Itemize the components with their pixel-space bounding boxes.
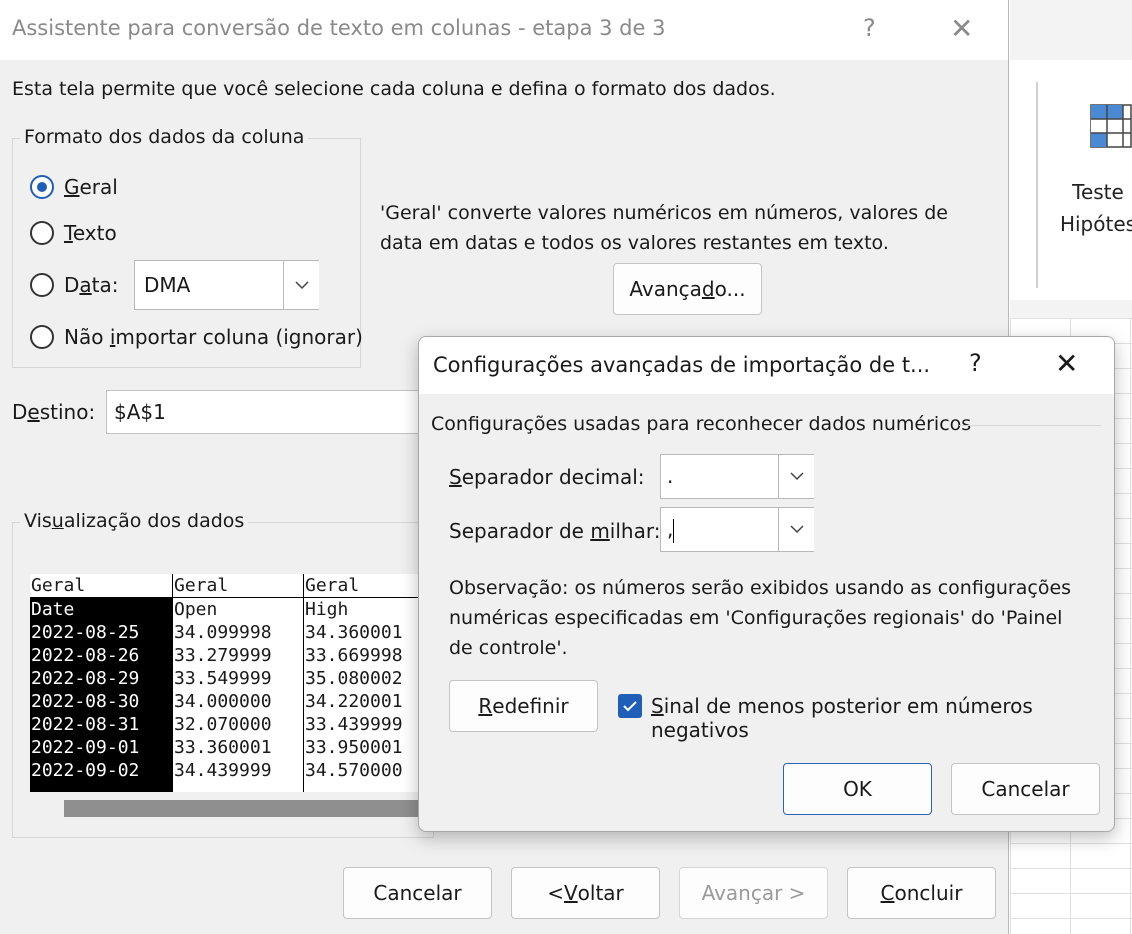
advanced-dialog-title: Configurações avançadas de importação de…	[433, 353, 931, 377]
preview-cell: 33.549999	[174, 668, 272, 689]
preview-cell: Date	[31, 599, 75, 620]
preview-cell: 2022-09-01	[31, 737, 140, 758]
radio-ignore[interactable]	[30, 325, 54, 349]
destination-value: $A$1	[114, 400, 166, 424]
preview-cell: 2022-08-26	[31, 645, 140, 666]
preview-cell: High	[305, 599, 349, 620]
thousands-separator-label: Separador de milhar:	[449, 519, 661, 543]
radio-data[interactable]	[30, 273, 54, 297]
advanced-import-settings-dialog: Configurações avançadas de importação de…	[418, 336, 1115, 832]
date-format-value: DMA	[144, 273, 191, 297]
advanced-cancel-button[interactable]: Cancelar	[951, 763, 1100, 815]
preview-cell: 34.570000	[305, 760, 403, 781]
radio-geral[interactable]	[30, 175, 54, 199]
decimal-separator-label: Separador decimal:	[449, 465, 645, 489]
preview-cell: 2022-08-30	[31, 691, 140, 712]
help-icon[interactable]: ?	[863, 14, 876, 42]
ok-button[interactable]: OK	[783, 763, 932, 815]
trailing-minus-checkbox[interactable]	[618, 694, 642, 718]
back-button[interactable]: < Voltar	[511, 867, 660, 919]
next-button[interactable]: Avançar >	[679, 867, 828, 919]
numeric-settings-section: Configurações usadas para reconhecer dad…	[431, 413, 972, 435]
decimal-separator-value: .	[667, 464, 674, 488]
wizard-title: Assistente para conversão de texto em co…	[12, 16, 666, 40]
trailing-minus-label[interactable]: Sinal de menos posterior em números nega…	[651, 694, 1114, 742]
format-description: 'Geral' converte valores numéricos em nú…	[380, 202, 948, 254]
preview-cell: 33.279999	[174, 645, 272, 666]
preview-column-body: Open 34.099998 33.279999 33.549999 34.00…	[173, 598, 303, 792]
radio-ignore-label[interactable]: Não importar coluna (ignorar)	[64, 325, 363, 349]
preview-cell: 33.439999	[305, 714, 403, 735]
data-preview[interactable]: Geral Date 2022-08-25 2022-08-26 2022-08…	[30, 574, 420, 792]
wizard-intro-text: Esta tela permite que você selecione cad…	[12, 78, 776, 100]
ribbon-separator	[1036, 82, 1038, 288]
preview-cell: 32.070000	[174, 714, 272, 735]
preview-cell: 2022-09-02	[31, 760, 140, 781]
help-icon[interactable]: ?	[969, 349, 982, 377]
chevron-down-icon[interactable]	[778, 455, 814, 498]
preview-column-header: Geral	[173, 574, 303, 598]
preview-horizontal-scrollbar[interactable]	[64, 800, 420, 817]
preview-cell: 34.000000	[174, 691, 272, 712]
preview-cell: 2022-08-29	[31, 668, 140, 689]
preview-cell: 34.099998	[174, 622, 272, 643]
preview-cell: 34.220001	[305, 691, 403, 712]
preview-column-header: Geral	[304, 574, 420, 598]
chevron-down-icon[interactable]	[283, 261, 319, 309]
preview-column-2[interactable]: Geral Open 34.099998 33.279999 33.549999…	[173, 574, 304, 792]
reset-button[interactable]: Redefinir	[449, 680, 598, 732]
preview-cell: 33.360001	[174, 737, 272, 758]
preview-cell: 2022-08-25	[31, 622, 140, 643]
preview-cell: 33.669998	[305, 645, 403, 666]
preview-cell: 33.950001	[305, 737, 403, 758]
radio-data-label[interactable]: Data:	[64, 273, 119, 297]
preview-cell: Open	[174, 599, 218, 620]
column-format-legend: Formato dos dados da coluna	[20, 126, 309, 148]
close-icon[interactable]: ✕	[1055, 347, 1078, 380]
preview-column-1[interactable]: Geral Date 2022-08-25 2022-08-26 2022-08…	[30, 574, 173, 792]
cancel-button[interactable]: Cancelar	[343, 867, 492, 919]
destination-label: Destino:	[12, 400, 96, 424]
what-if-label-line-2: Hipótes	[1059, 212, 1132, 236]
radio-geral-label[interactable]: Geral	[64, 175, 118, 199]
preview-cell: 35.080002	[305, 668, 403, 689]
preview-cell: 34.360001	[305, 622, 403, 643]
finish-button[interactable]: Concluir	[847, 867, 996, 919]
radio-texto-label[interactable]: Texto	[64, 221, 117, 245]
advanced-button[interactable]: Avança d o...	[613, 263, 762, 315]
radio-texto[interactable]	[30, 221, 54, 245]
preview-column-3[interactable]: Geral High 34.360001 33.669998 35.080002…	[304, 574, 420, 792]
preview-cell: 34.439999	[174, 760, 272, 781]
preview-cell: 2022-08-31	[31, 714, 140, 735]
section-divider	[959, 425, 1101, 426]
data-preview-legend: Visualização dos dados	[20, 510, 249, 532]
regional-settings-note: Observação: os números serão exibidos us…	[449, 577, 1072, 659]
what-if-analysis-icon[interactable]	[1090, 104, 1132, 152]
preview-column-body: High 34.360001 33.669998 35.080002 34.22…	[304, 598, 420, 792]
what-if-label-line-1: Teste	[1072, 180, 1124, 204]
text-cursor	[673, 519, 674, 543]
close-icon[interactable]: ✕	[950, 12, 973, 45]
preview-column-body: Date 2022-08-25 2022-08-26 2022-08-29 20…	[30, 598, 172, 792]
preview-column-header: Geral	[30, 574, 172, 598]
chevron-down-icon[interactable]	[778, 508, 814, 551]
what-if-analysis-label[interactable]: Teste Hipótes	[1048, 176, 1132, 240]
checkmark-icon	[623, 701, 637, 712]
